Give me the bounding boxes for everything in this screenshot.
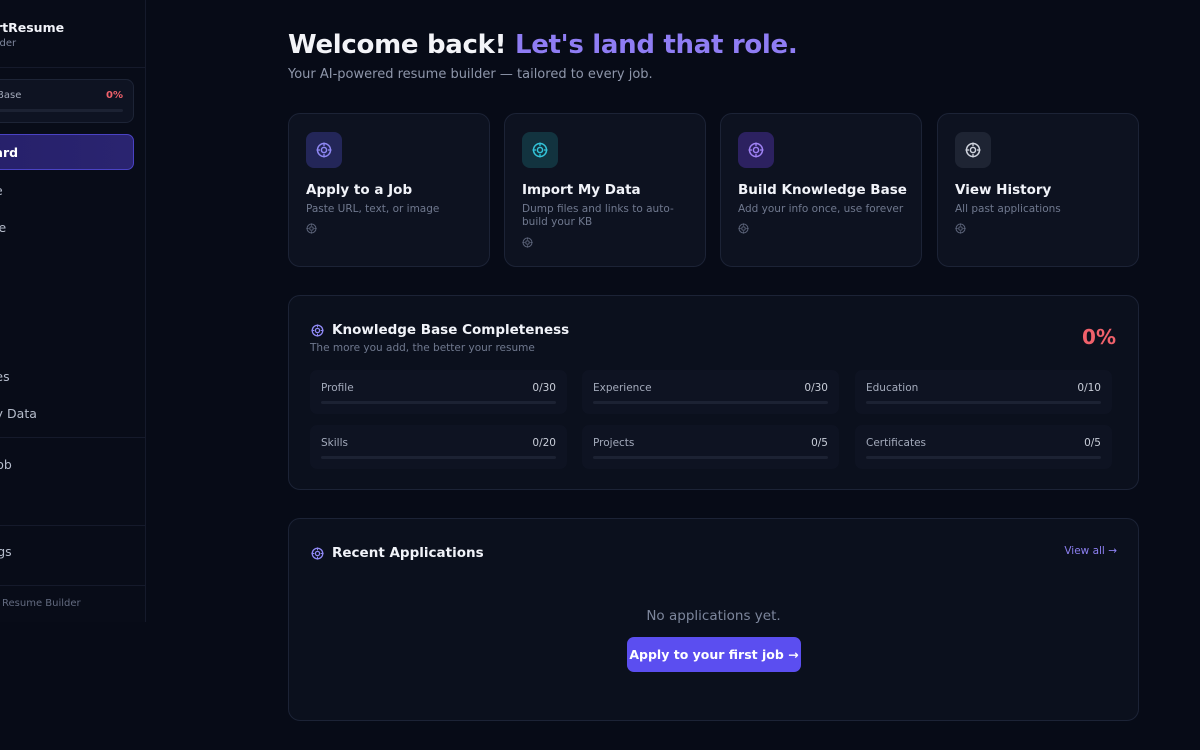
sidebar-item-education[interactable]: tion <box>0 247 134 283</box>
empty-state-text: No applications yet. <box>646 608 781 624</box>
apply-first-job-button[interactable]: Apply to your first job → <box>627 637 801 672</box>
target-icon <box>532 142 548 158</box>
panel-header: Recent Applications <box>311 545 484 561</box>
stat-progress-bar <box>866 456 1101 459</box>
sidebar-item-apply-job[interactable]: to Job <box>0 446 134 482</box>
action-description: All past applications <box>955 203 1061 215</box>
sidebar-item-settings[interactable]: ttings <box>0 533 134 569</box>
action-description: Add your info once, use forever <box>738 203 904 215</box>
stat-label: Projects <box>593 437 635 449</box>
sidebar-item-label: ttings <box>0 543 12 559</box>
sidebar-item-certificates[interactable]: cates <box>0 358 134 394</box>
target-icon <box>311 546 324 560</box>
stat-count: 0/5 <box>811 437 828 449</box>
view-history-card[interactable]: View History All past applications <box>937 113 1139 267</box>
stat-count: 0/30 <box>804 382 828 394</box>
action-icon-box <box>306 132 342 168</box>
welcome-highlight: Let's land that role. <box>514 30 798 60</box>
action-title: Build Knowledge Base <box>738 182 907 198</box>
kb-completeness-panel: Knowledge Base Completeness The more you… <box>288 295 1139 490</box>
target-icon <box>738 223 749 234</box>
stat-count: 0/10 <box>1077 382 1101 394</box>
sidebar-item-label: ofile <box>0 183 3 198</box>
stat-count: 0/30 <box>532 382 556 394</box>
panel-title: Recent Applications <box>332 545 484 561</box>
action-icon-box <box>522 132 558 168</box>
page-title: Welcome back! Let's land that role. <box>288 30 798 60</box>
recent-applications-panel: Recent Applications View all → No applic… <box>288 518 1139 721</box>
stat-education[interactable]: Education 0/10 <box>855 370 1112 414</box>
sidebar-item-projects[interactable]: ts <box>0 321 134 357</box>
divider <box>0 67 145 68</box>
build-kb-card[interactable]: Build Knowledge Base Add your info once,… <box>720 113 922 267</box>
sidebar-item-label: ence <box>0 220 6 235</box>
sidebar-item-import-data[interactable]: t My Data <box>0 395 134 431</box>
action-description: Dump files and links to auto-build your … <box>522 203 674 228</box>
brand[interactable]: rtResume ilder <box>0 20 64 49</box>
stat-label: Profile <box>321 382 354 394</box>
stat-progress-bar <box>593 401 828 404</box>
kb-progress-card[interactable]: Base 0% <box>0 79 134 123</box>
target-icon <box>316 142 332 158</box>
sidebar-item-history[interactable]: y <box>0 483 134 519</box>
stat-profile[interactable]: Profile 0/30 <box>310 370 567 414</box>
stat-certificates[interactable]: Certificates 0/5 <box>855 425 1112 469</box>
sidebar-item-dashboard[interactable]: board <box>0 134 134 170</box>
sidebar-footer: Resume Builder <box>2 598 81 609</box>
sidebar-item-profile[interactable]: ofile <box>0 172 134 208</box>
target-icon <box>748 142 764 158</box>
divider <box>0 525 145 526</box>
sidebar-item-label: to Job <box>0 456 12 472</box>
stat-progress-bar <box>321 401 556 404</box>
target-icon <box>522 237 533 248</box>
stat-progress-bar <box>593 456 828 459</box>
stat-skills[interactable]: Skills 0/20 <box>310 425 567 469</box>
stat-progress-bar <box>866 401 1101 404</box>
sidebar-item-label: board <box>0 144 19 160</box>
action-description: Paste URL, text, or image <box>306 203 440 215</box>
stat-experience[interactable]: Experience 0/30 <box>582 370 839 414</box>
import-data-card[interactable]: Import My Data Dump files and links to a… <box>504 113 706 267</box>
action-title: Apply to a Job <box>306 182 413 198</box>
action-icon-box <box>955 132 991 168</box>
target-icon <box>955 223 966 234</box>
action-icon-box <box>738 132 774 168</box>
stat-count: 0/5 <box>1084 437 1101 449</box>
panel-title: Knowledge Base Completeness <box>332 322 570 338</box>
stat-label: Certificates <box>866 437 927 449</box>
sidebar: rtResume ilder Base 0% board ofile ence … <box>0 0 146 622</box>
apply-job-card[interactable]: Apply to a Job Paste URL, text, or image <box>288 113 490 267</box>
brand-subtitle: ilder <box>0 38 17 49</box>
sidebar-item-label: t My Data <box>0 405 37 421</box>
welcome-text: Welcome back! <box>288 30 507 60</box>
action-title: Import My Data <box>522 182 641 198</box>
stat-label: Education <box>866 382 919 394</box>
panel-subtitle: The more you add, the better your resume <box>310 342 535 354</box>
kb-progress-percent: 0% <box>106 90 123 101</box>
stat-label: Skills <box>321 437 348 449</box>
divider <box>0 437 145 438</box>
target-icon <box>306 223 317 234</box>
kb-completeness-percent: 0% <box>1082 325 1116 349</box>
divider <box>0 585 145 586</box>
view-all-link[interactable]: View all → <box>1064 545 1117 557</box>
stat-progress-bar <box>321 456 556 459</box>
target-icon <box>965 142 981 158</box>
stat-projects[interactable]: Projects 0/5 <box>582 425 839 469</box>
page-subtitle: Your AI-powered resume builder — tailore… <box>288 67 653 82</box>
target-icon <box>311 323 324 337</box>
sidebar-item-experience[interactable]: ence <box>0 209 134 245</box>
panel-header: Knowledge Base Completeness <box>311 322 569 338</box>
kb-progress-label: Base <box>0 90 22 101</box>
action-title: View History <box>955 182 1052 198</box>
sidebar-item-label: cates <box>0 368 10 384</box>
brand-name: rtResume <box>0 20 65 35</box>
kb-progress-bar <box>0 109 123 112</box>
stat-label: Experience <box>593 382 652 394</box>
stat-count: 0/20 <box>532 437 556 449</box>
